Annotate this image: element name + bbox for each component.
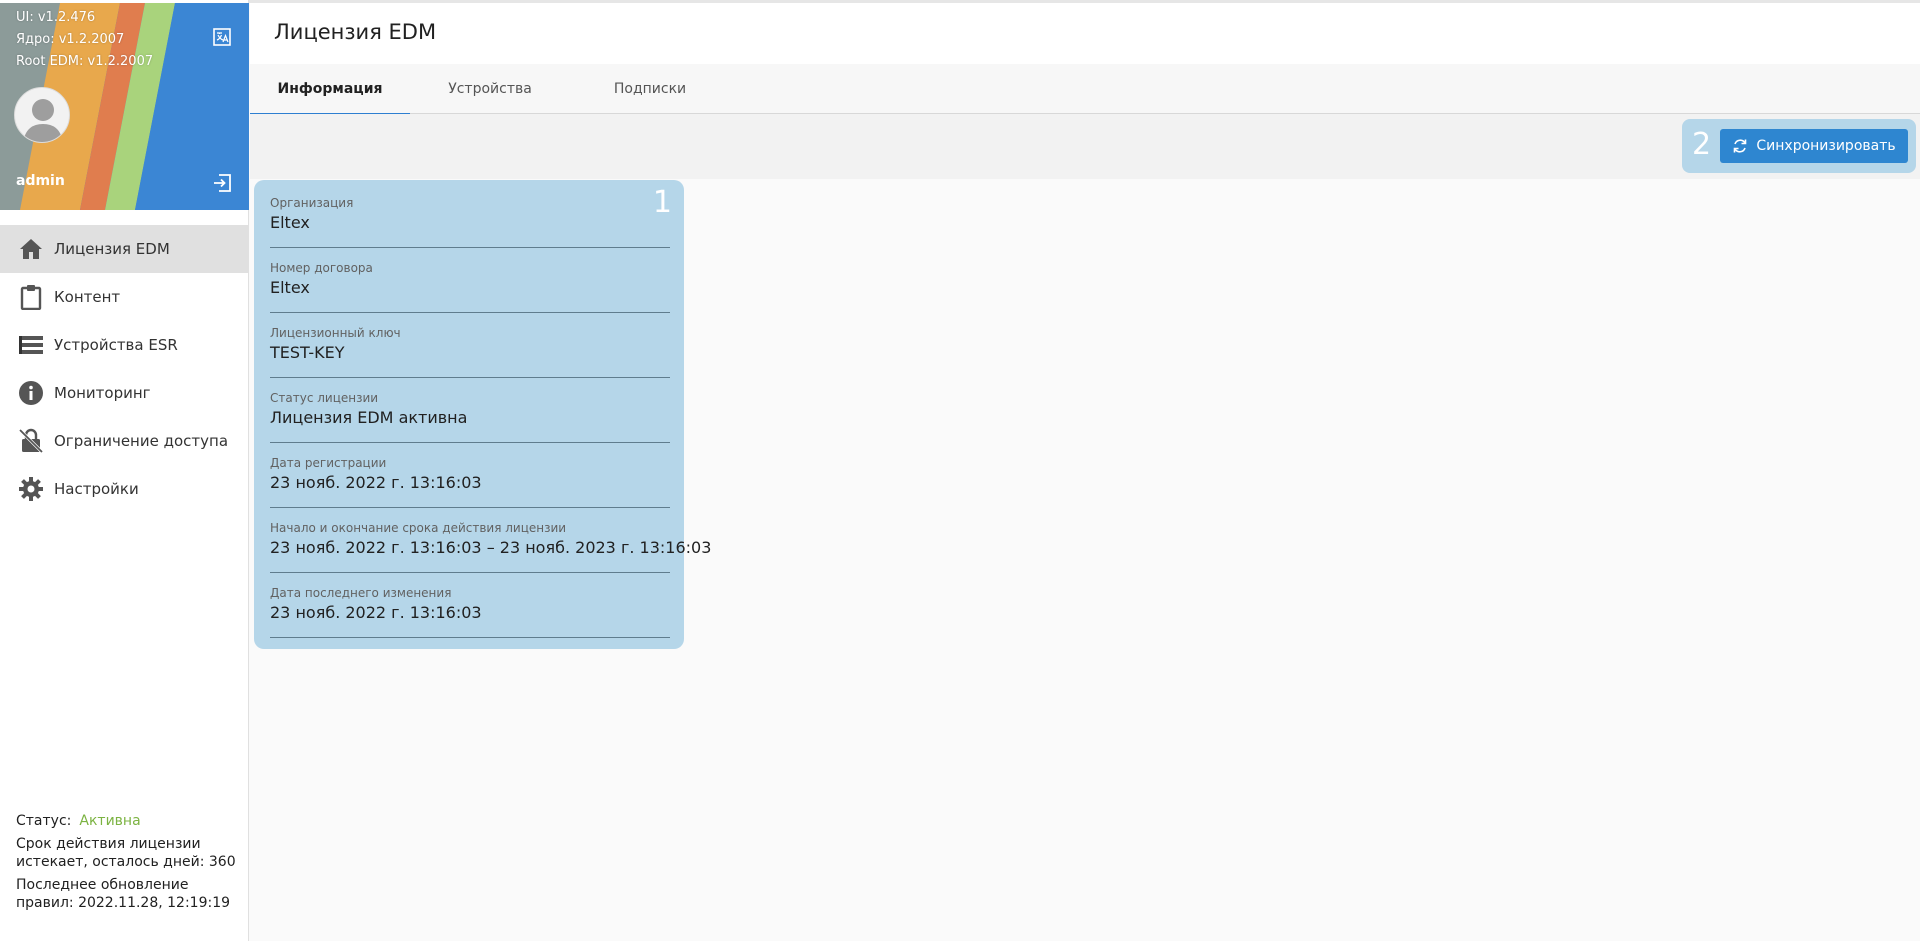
sidebar-item-monitoring[interactable]: Мониторинг [0,369,248,417]
home-icon [16,234,46,264]
sync-button-label: Синхронизировать [1756,138,1896,154]
root-version: Root EDM: v1.2.2007 [16,54,154,69]
annotation-marker-2: 2 [1692,127,1712,162]
gear-icon [16,474,46,504]
sidebar-item-esr-devices[interactable]: Устройства ESR [0,321,248,369]
sidebar-item-label: Контент [54,288,121,306]
sidebar: UI: v1.2.476 Ядро: v1.2.2007 Root EDM: v… [0,0,249,941]
tab-subscriptions[interactable]: Подписки [570,64,730,114]
license-info-card: 1 Организация Eltex Номер договора Eltex… [254,180,711,649]
field-value: Eltex [270,278,310,297]
sidebar-header: UI: v1.2.476 Ядро: v1.2.2007 Root EDM: v… [0,3,249,210]
toolbar: 2 Синхронизировать [250,114,1920,179]
field-validity-period: Начало и окончание срока действия лиценз… [270,521,711,573]
field-label: Статус лицензии [270,391,379,405]
license-expiry: Срок действия лицензии истекает, осталос… [16,835,246,871]
license-expiry-line2: истекает, осталось дней: 360 [16,854,236,870]
sidebar-item-label: Устройства ESR [54,336,178,354]
info-icon [16,378,46,408]
language-button[interactable] [207,22,237,52]
tab-devices[interactable]: Устройства [410,64,570,114]
core-version: Ядро: v1.2.2007 [16,32,125,47]
field-value: Лицензия EDM активна [270,408,468,427]
rules-update-line1: Последнее обновление [16,877,189,893]
translate-icon [213,28,231,46]
field-contract-number: Номер договора Eltex [270,261,670,313]
field-value: 23 нояб. 2022 г. 13:16:03 [270,473,482,492]
field-value: TEST-KEY [270,343,345,362]
sync-highlight: 2 Синхронизировать [1682,119,1916,173]
field-label: Начало и окончание срока действия лиценз… [270,521,567,535]
logout-button[interactable] [207,168,237,198]
status-badge: Активна [79,813,141,829]
logout-icon [214,174,231,192]
field-license-status: Статус лицензии Лицензия EDM активна [270,391,670,443]
rules-update-line2: правил: 2022.11.28, 12:19:19 [16,895,231,911]
page-title: Лицензия EDM [274,20,437,44]
sync-icon [1734,139,1747,153]
sidebar-item-access-restriction[interactable]: Ограничение доступа [0,417,248,465]
sidebar-item-label: Настройки [54,480,139,498]
status-label: Статус: [16,813,72,829]
lock-off-icon [16,426,46,456]
sidebar-item-label: Лицензия EDM [54,240,170,258]
tab-information[interactable]: Информация [250,64,410,115]
sync-button[interactable]: Синхронизировать [1720,129,1908,163]
field-label: Организация [270,196,354,210]
field-label: Дата последнего изменения [270,586,452,600]
sidebar-item-license[interactable]: Лицензия EDM [0,225,248,273]
field-registration-date: Дата регистрации 23 нояб. 2022 г. 13:16:… [270,456,670,508]
license-status-block: Статус: Активна Срок действия лицензии ис… [16,812,246,917]
sidebar-nav: Лицензия EDM Контент Устройства ESR Мони… [0,225,248,513]
field-last-modified: Дата последнего изменения 23 нояб. 2022 … [270,586,670,638]
page-header: Лицензия EDM [250,3,1920,64]
main-content: Лицензия EDM Информация Устройства Подпи… [250,3,1920,941]
sidebar-item-label: Мониторинг [54,384,151,402]
sidebar-item-settings[interactable]: Настройки [0,465,248,513]
avatar [14,87,70,143]
field-license-key: Лицензионный ключ TEST-KEY [270,326,670,378]
tab-bar: Информация Устройства Подписки [250,64,1920,115]
field-label: Дата регистрации [270,456,387,470]
license-expiry-line1: Срок действия лицензии [16,836,201,852]
sidebar-item-label: Ограничение доступа [54,432,229,450]
rules-update: Последнее обновление правил: 2022.11.28,… [16,876,246,912]
sidebar-item-content[interactable]: Контент [0,273,248,321]
field-label: Номер договора [270,261,373,275]
field-value: 23 нояб. 2022 г. 13:16:03 – 23 нояб. 202… [270,538,712,557]
ui-version: UI: v1.2.476 [16,10,96,25]
status-row: Статус: Активна [16,812,246,830]
clipboard-icon [16,282,46,312]
field-label: Лицензионный ключ [270,326,401,340]
user-silhouette-icon [23,99,63,142]
field-organization: Организация Eltex [270,196,670,248]
field-value: Eltex [270,213,310,232]
username: admin [16,173,65,189]
version-info: UI: v1.2.476 Ядро: v1.2.2007 Root EDM: v… [16,7,153,73]
field-value: 23 нояб. 2022 г. 13:16:03 [270,603,482,622]
list-icon [16,330,46,360]
